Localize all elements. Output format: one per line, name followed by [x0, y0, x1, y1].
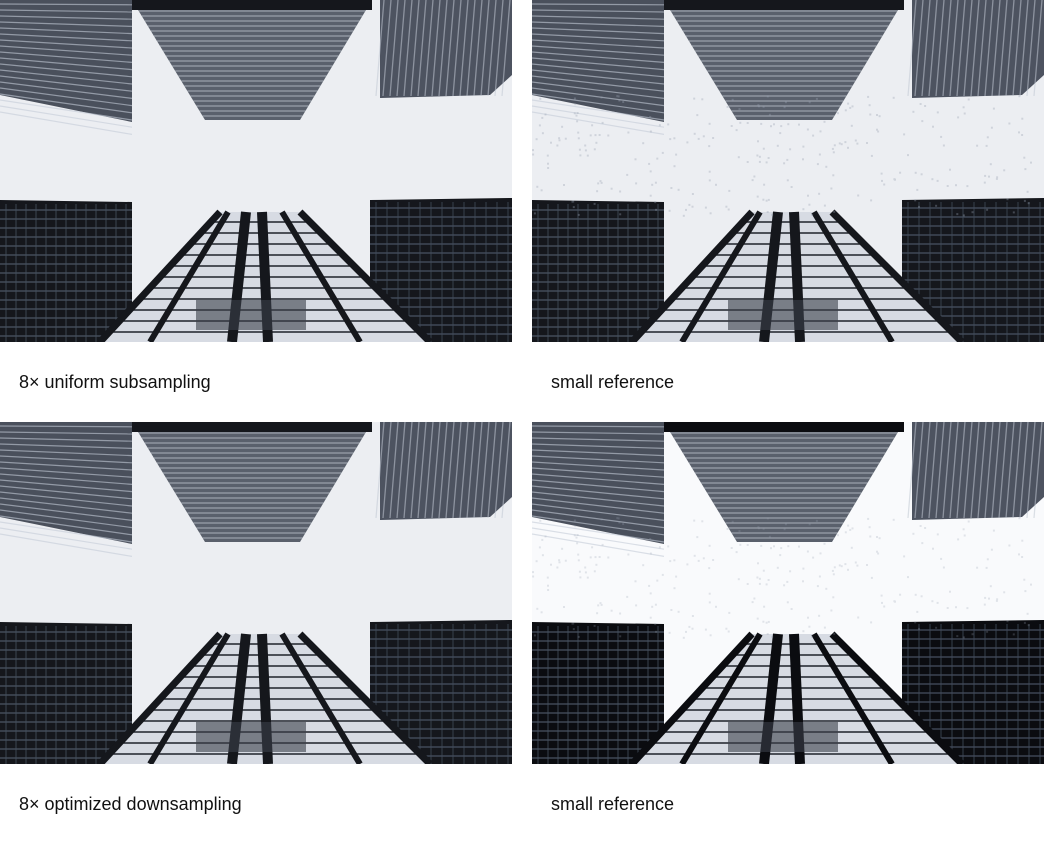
building-bottom-left: [0, 200, 132, 342]
caption-small-reference-top: small reference: [551, 372, 675, 392]
building-top-right: [907, 422, 1044, 520]
caption-small-reference-bottom: small reference: [551, 794, 675, 814]
caption-optimized-downsampling: 8× optimized downsampling: [19, 794, 242, 814]
building-top-right: [375, 422, 512, 520]
building-bottom-left: [532, 200, 664, 342]
building-top-right: [907, 0, 1044, 98]
building-bottom-left: [0, 622, 132, 764]
image-uniform-subsampling: [0, 0, 512, 342]
building-bottom-left: [532, 622, 664, 764]
image-optimized-downsampling: [0, 422, 512, 764]
caption-uniform-subsampling: 8× uniform subsampling: [19, 372, 211, 392]
building-top-right: [375, 0, 512, 98]
image-small-reference-top: [532, 0, 1044, 342]
image-small-reference-bottom: [532, 422, 1044, 764]
